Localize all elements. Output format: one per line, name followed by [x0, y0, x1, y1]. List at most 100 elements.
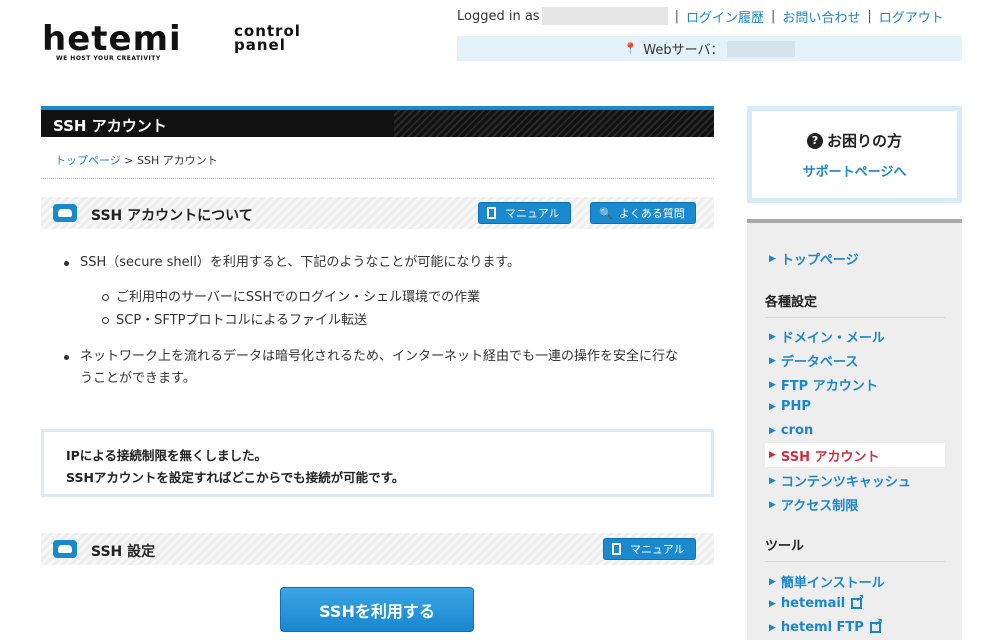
page-title-bar: SSH アカウント: [41, 106, 714, 137]
arrow-right-icon: ▶: [769, 499, 776, 510]
help-title: ? お困りの方: [752, 130, 957, 151]
logo-tagline: WE HOST YOUR CREATIVITY: [56, 55, 161, 62]
section-title-settings: SSH 設定: [91, 544, 156, 560]
logout-link[interactable]: ログアウト: [879, 7, 944, 26]
arrow-right-icon: ▶: [769, 379, 776, 390]
sub-list: ご利用中のサーバーにSSHでのログイン・シェル環境での作業 SCP・SFTPプロ…: [102, 286, 702, 332]
sub-list-item: SCP・SFTPプロトコルによるファイル転送: [102, 309, 702, 332]
speech-bubble-icon: [53, 204, 77, 222]
sidebar-item-access-limit[interactable]: ▶ アクセス制限: [769, 495, 858, 514]
sidebar-item-label: cron: [780, 423, 814, 438]
sidebar-item-ssh-account[interactable]: ▶ SSH アカウント: [765, 443, 945, 467]
title-stripes: [394, 110, 714, 137]
section-header-settings: SSH 設定 マニュアル: [41, 533, 714, 565]
sidebar-item-content-cache[interactable]: ▶ コンテンツキャッシュ: [769, 471, 911, 490]
breadcrumb-separator: >: [124, 154, 134, 167]
list-item: ネットワーク上を流れるデータは暗号化されるため、インターネット経由でも一連の操作…: [62, 346, 702, 390]
sidebar-item-label: トップページ: [780, 253, 859, 268]
sidebar-item-hetemail[interactable]: ▶ hetemail: [769, 592, 864, 611]
breadcrumb: トップページ > SSH アカウント: [55, 152, 218, 168]
sidebar-item-cron[interactable]: ▶ cron: [769, 423, 813, 438]
sidebar-item-label: ドメイン・メール: [780, 331, 885, 346]
sidebar-heading-settings: 各種設定: [765, 291, 945, 318]
notice-line2: SSHアカウントを設定すればどこからでも接続が可能です。: [66, 470, 405, 485]
help-title-text: お困りの方: [826, 132, 902, 150]
external-link-icon: [851, 592, 864, 609]
external-link-icon: [869, 616, 883, 633]
support-page-link[interactable]: サポートページへ: [752, 161, 957, 180]
sidebar-item-top[interactable]: ▶ トップページ: [769, 249, 859, 268]
search-icon: 🔍: [599, 206, 613, 220]
separator: |: [770, 8, 776, 24]
sidebar-item-label: heteml FTP: [780, 620, 864, 635]
sidebar-item-domain-mail[interactable]: ▶ ドメイン・メール: [769, 327, 885, 346]
arrow-right-icon: ▶: [769, 450, 776, 460]
sidebar-item-easy-install[interactable]: ▶ 簡単インストール: [769, 572, 885, 591]
manual-button[interactable]: マニュアル: [478, 202, 571, 224]
web-server-label: Webサーバ：: [643, 43, 724, 58]
separator: |: [867, 8, 872, 24]
book-icon: [612, 543, 621, 555]
notice-line1: IPによる接続制限を無くしました。: [66, 448, 267, 463]
breadcrumb-home-link[interactable]: トップページ: [55, 154, 121, 167]
sidebar-heading-tools: ツール: [765, 535, 945, 562]
sidebar-item-label: PHP: [780, 399, 811, 414]
sub-list-item: ご利用中のサーバーにSSHでのログイン・シェル環境での作業: [102, 286, 702, 309]
sidebar-item-ftp-account[interactable]: ▶ FTP アカウント: [769, 375, 878, 394]
contact-link[interactable]: お問い合わせ: [782, 7, 860, 26]
arrow-right-icon: ▶: [769, 253, 776, 264]
sidebar-item-label: データベース: [780, 355, 859, 370]
logo-wordmark: hetemi: [42, 19, 182, 59]
control-panel-line2: panel: [234, 36, 286, 54]
sidebar-item-label: SSH アカウント: [780, 449, 880, 465]
header-links: Logged in as | ログイン履歴 | お問い合わせ | ログアウト: [457, 6, 944, 26]
sidebar-item-label: hetemail: [780, 596, 846, 611]
sidebar-item-php[interactable]: ▶ PHP: [769, 399, 811, 414]
arrow-right-icon: ▶: [769, 475, 776, 486]
notice-box: IPによる接続制限を無くしました。 SSHアカウントを設定すればどこからでも接続…: [41, 429, 714, 497]
faq-button-label: よくある質問: [618, 207, 685, 220]
section-header-about: SSH アカウントについて マニュアル 🔍 よくある質問: [41, 197, 714, 229]
speech-bubble-icon: [53, 540, 77, 558]
sidebar-item-database[interactable]: ▶ データベース: [769, 351, 858, 370]
arrow-right-icon: ▶: [769, 576, 776, 587]
help-box: ? お困りの方 サポートページへ: [747, 106, 962, 203]
sidebar-nav: ▶ トップページ 各種設定 ▶ ドメイン・メール ▶ データベース ▶ FTP アカウン…: [747, 219, 962, 640]
enable-ssh-button[interactable]: SSHを利用する: [280, 587, 474, 632]
sidebar-item-heteml-ftp[interactable]: ▶ heteml FTP: [769, 616, 883, 635]
list-item-text: SSH（secure shell）を利用すると、下記のようなことが可能になります…: [80, 255, 521, 270]
faq-button[interactable]: 🔍 よくある質問: [590, 202, 696, 224]
sidebar-item-label: コンテンツキャッシュ: [780, 475, 911, 490]
arrow-right-icon: ▶: [769, 401, 776, 412]
arrow-right-icon: ▶: [769, 598, 776, 609]
list-item-text-line2: うことができます。: [80, 371, 196, 386]
logged-in-label: Logged in as: [457, 8, 540, 24]
sidebar-item-label: 簡単インストール: [780, 576, 885, 591]
list-item: SSH（secure shell）を利用すると、下記のようなことが可能になります…: [62, 252, 702, 332]
login-history-link[interactable]: ログイン履歴: [686, 7, 764, 26]
question-icon: ?: [806, 132, 823, 149]
manual-button-label: マニュアル: [630, 543, 685, 556]
manual-button[interactable]: マニュアル: [603, 538, 696, 560]
arrow-right-icon: ▶: [769, 331, 776, 342]
separator: |: [674, 8, 679, 24]
section-title-about: SSH アカウントについて: [91, 208, 253, 224]
sidebar-item-label: アクセス制限: [780, 499, 859, 514]
book-icon: [487, 207, 496, 219]
page-title: SSH アカウント: [53, 117, 167, 135]
redacted-server: [727, 40, 796, 57]
arrow-right-icon: ▶: [769, 425, 776, 436]
manual-button-label: マニュアル: [505, 207, 560, 220]
web-server-bar: 📍 Webサーバ：: [457, 36, 962, 61]
pin-icon: 📍: [623, 42, 638, 55]
breadcrumb-current: SSH アカウント: [137, 154, 218, 167]
sidebar-item-label: FTP アカウント: [780, 379, 878, 394]
divider: [41, 178, 714, 179]
arrow-right-icon: ▶: [769, 355, 776, 366]
control-panel-mark: control panel: [234, 24, 301, 54]
list-item-text-line1: ネットワーク上を流れるデータは暗号化されるため、インターネット経由でも一連の操作…: [80, 349, 679, 364]
hetemi-logo[interactable]: hetemi WE HOST YOUR CREATIVITY control p…: [42, 22, 332, 64]
about-list: SSH（secure shell）を利用すると、下記のようなことが可能になります…: [62, 252, 702, 390]
redacted-username: [541, 7, 668, 25]
arrow-right-icon: ▶: [769, 622, 776, 633]
